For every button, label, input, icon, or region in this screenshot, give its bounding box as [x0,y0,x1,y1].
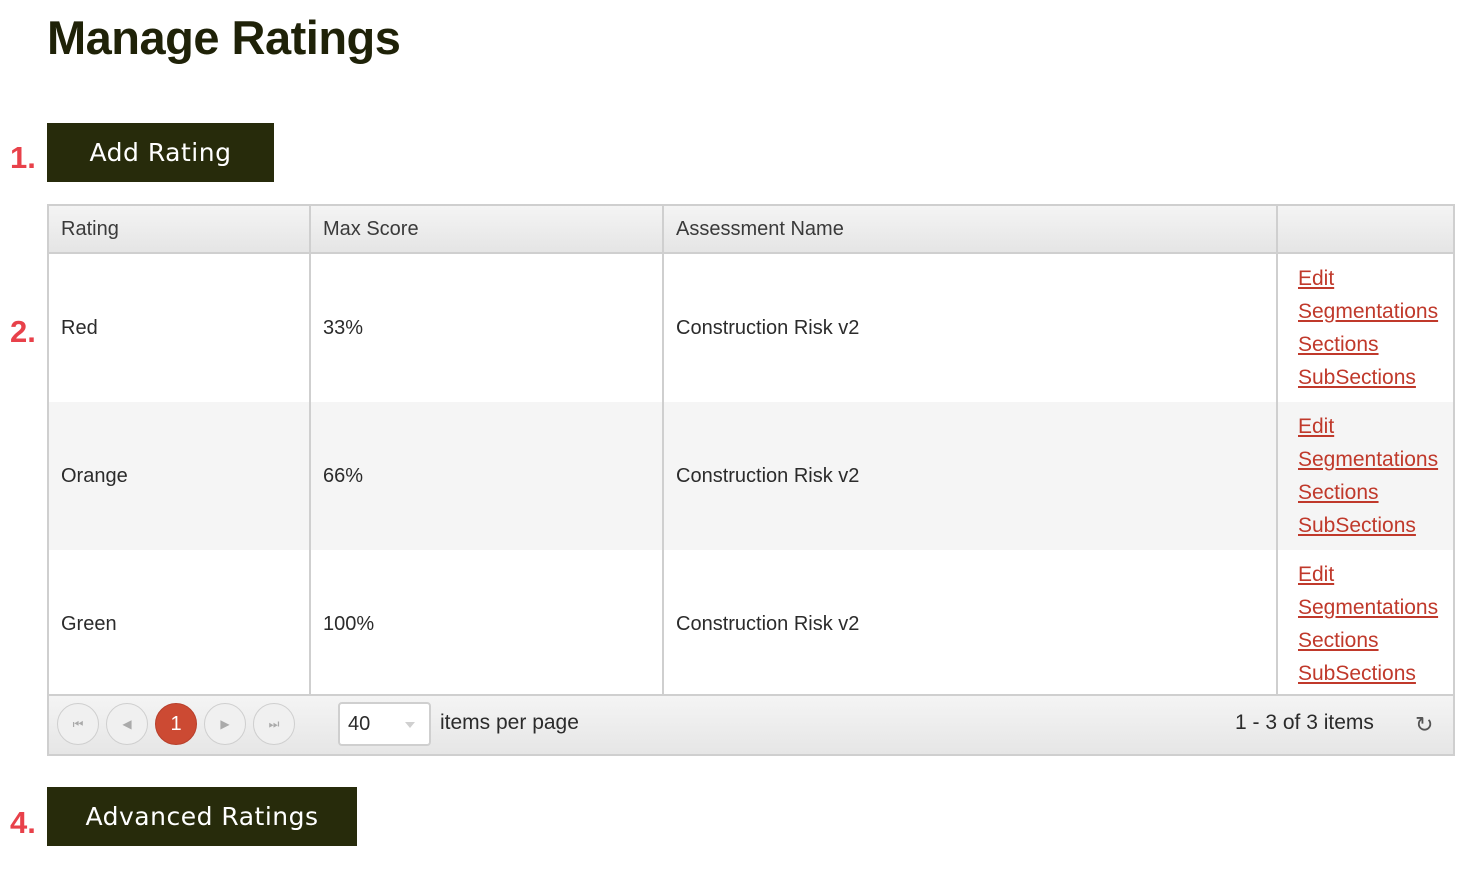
pager-info: 1 - 3 of 3 items [1235,711,1374,734]
advanced-ratings-button[interactable]: Advanced Ratings [47,787,357,846]
table-row: Green 100% Construction Risk v2 Edit Seg… [49,550,1453,698]
items-per-page-label: items per page [440,711,579,734]
table-row: Red 33% Construction Risk v2 Edit Segmen… [49,253,1453,402]
column-header-assessment-name[interactable]: Assessment Name [663,206,1278,254]
last-page-button[interactable]: ⏭ [253,703,295,745]
max-score-cell: 33% [310,253,664,402]
segmentations-link[interactable]: Segmentations [1298,295,1441,328]
first-page-button[interactable]: ⏮ [57,703,99,745]
refresh-icon[interactable]: ↻ [1415,712,1433,738]
next-page-icon: ▶ [220,717,230,731]
assessment-name-cell: Construction Risk v2 [663,253,1278,402]
max-score-cell: 100% [310,550,664,698]
rating-cell: Red [49,253,311,402]
rating-cell: Green [49,550,311,698]
step-marker-4: 4. [10,805,36,840]
step-marker-2: 2. [10,314,36,349]
items-per-page-value: 40 [348,712,371,735]
max-score-cell: 66% [310,402,664,550]
assessment-name-cell: Construction Risk v2 [663,402,1278,550]
column-header-actions [1277,206,1453,254]
current-page-button[interactable]: 1 [155,703,197,745]
page-title: Manage Ratings [47,11,401,64]
edit-link[interactable]: Edit [1298,262,1441,295]
rating-cell: Orange [49,402,311,550]
table-row: Orange 66% Construction Risk v2 Edit Seg… [49,402,1453,550]
prev-page-button[interactable]: ◀ [106,703,148,745]
edit-link[interactable]: Edit [1298,558,1441,591]
ratings-grid: Rating Max Score Assessment Name Red 33%… [47,204,1455,756]
column-header-rating[interactable]: Rating [49,206,311,254]
pager-bar: ⏮ ◀ 1 ▶ ⏭ 40 items per page 1 - 3 of 3 i… [49,694,1453,754]
sections-link[interactable]: Sections [1298,328,1441,361]
last-page-icon: ⏭ [268,716,280,731]
items-per-page-select[interactable]: 40 [338,702,431,746]
subsections-link[interactable]: SubSections [1298,361,1441,394]
next-page-button[interactable]: ▶ [204,703,246,745]
row-actions-cell: Edit Segmentations Sections SubSections [1277,402,1453,550]
subsections-link[interactable]: SubSections [1298,657,1441,690]
table-header-row: Rating Max Score Assessment Name [49,206,1453,254]
row-actions-cell: Edit Segmentations Sections SubSections [1277,253,1453,402]
subsections-link[interactable]: SubSections [1298,509,1441,542]
ratings-table: Rating Max Score Assessment Name Red 33%… [49,206,1453,698]
column-header-max-score[interactable]: Max Score [310,206,664,254]
add-rating-button[interactable]: Add Rating [47,123,274,182]
first-page-icon: ⏮ [72,716,84,731]
row-actions-cell: Edit Segmentations Sections SubSections [1277,550,1453,698]
edit-link[interactable]: Edit [1298,410,1441,443]
sections-link[interactable]: Sections [1298,624,1441,657]
sections-link[interactable]: Sections [1298,476,1441,509]
segmentations-link[interactable]: Segmentations [1298,591,1441,624]
segmentations-link[interactable]: Segmentations [1298,443,1441,476]
dropdown-caret-icon [405,722,415,728]
step-marker-1: 1. [10,140,36,175]
prev-page-icon: ◀ [122,717,132,731]
assessment-name-cell: Construction Risk v2 [663,550,1278,698]
